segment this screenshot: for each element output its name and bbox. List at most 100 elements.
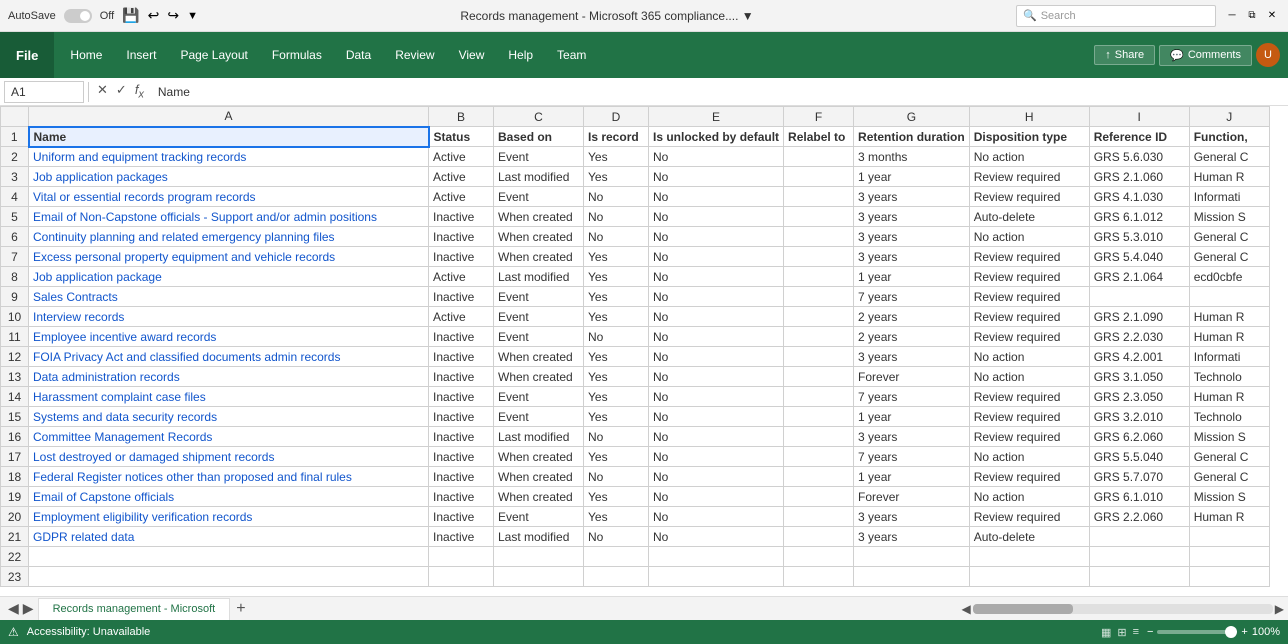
redo-icon[interactable]: ↪ [167,7,179,24]
cell[interactable] [784,527,854,547]
cell[interactable]: Employee incentive award records [29,327,429,347]
cell[interactable] [784,387,854,407]
cell[interactable] [784,147,854,167]
tab-data[interactable]: Data [334,32,383,78]
cell[interactable] [784,207,854,227]
cell[interactable] [1089,547,1189,567]
col-header-e[interactable]: E [649,107,784,127]
cell[interactable] [784,167,854,187]
cell[interactable]: No [649,227,784,247]
cell[interactable]: No [649,507,784,527]
cell[interactable]: Inactive [429,467,494,487]
cell[interactable]: Lost destroyed or damaged shipment recor… [29,447,429,467]
cell[interactable]: No [649,527,784,547]
cell[interactable]: GRS 4.2.001 [1089,347,1189,367]
cell[interactable] [1089,567,1189,587]
cell[interactable]: Uniform and equipment tracking records [29,147,429,167]
cell[interactable]: 3 years [854,207,970,227]
cell[interactable]: 3 years [854,187,970,207]
cell[interactable]: Yes [584,307,649,327]
cell[interactable] [429,547,494,567]
cell[interactable]: General C [1189,147,1269,167]
cell[interactable]: When created [494,467,584,487]
cell[interactable]: Forever [854,367,970,387]
tab-home[interactable]: Home [58,32,114,78]
cell[interactable]: Mission S [1189,207,1269,227]
tab-insert[interactable]: Insert [114,32,168,78]
cell[interactable]: When created [494,347,584,367]
cell[interactable]: Active [429,267,494,287]
save-icon[interactable]: 💾 [122,7,139,24]
sheet-area[interactable]: A B C D E F G H I J 1NameStatusBased onI… [0,106,1288,596]
cell[interactable]: Interview records [29,307,429,327]
cell[interactable] [649,547,784,567]
cell[interactable]: When created [494,487,584,507]
cell[interactable] [494,547,584,567]
cell[interactable]: 3 years [854,247,970,267]
user-avatar[interactable]: U [1256,43,1280,67]
col-header-a[interactable]: A [29,107,429,127]
autosave-toggle[interactable] [64,9,92,23]
cell[interactable]: Last modified [494,167,584,187]
cell[interactable]: No [584,427,649,447]
cell[interactable]: When created [494,207,584,227]
cell[interactable]: Human R [1189,307,1269,327]
share-button[interactable]: ↑ Share [1094,45,1155,65]
cell[interactable]: Review required [969,507,1089,527]
row-header[interactable]: 1 [1,127,29,147]
col-header-b[interactable]: B [429,107,494,127]
scroll-right-icon[interactable]: ▶ [1275,602,1284,616]
cell[interactable]: No [649,427,784,447]
cell[interactable]: ecd0cbfe [1189,267,1269,287]
cell[interactable]: Function, [1189,127,1269,147]
cell[interactable]: General C [1189,447,1269,467]
cell[interactable]: Inactive [429,207,494,227]
cell[interactable]: Vital or essential records program recor… [29,187,429,207]
cell[interactable]: No [649,147,784,167]
cell[interactable]: GRS 5.3.010 [1089,227,1189,247]
cell[interactable]: No [649,167,784,187]
cell[interactable]: GDPR related data [29,527,429,547]
cell[interactable]: Review required [969,407,1089,427]
row-header[interactable]: 12 [1,347,29,367]
cell[interactable]: GRS 3.1.050 [1089,367,1189,387]
cell[interactable]: Review required [969,427,1089,447]
cell[interactable]: Email of Non-Capstone officials - Suppor… [29,207,429,227]
cell[interactable]: Event [494,307,584,327]
cell[interactable]: Event [494,327,584,347]
scrollbar-area[interactable]: ◀ ▶ [962,602,1284,616]
cell[interactable] [969,547,1089,567]
cell[interactable]: No action [969,147,1089,167]
cell[interactable]: Event [494,507,584,527]
cell[interactable]: Auto-delete [969,527,1089,547]
cell[interactable]: No action [969,347,1089,367]
cell[interactable]: Job application package [29,267,429,287]
cell[interactable] [784,567,854,587]
cell[interactable]: Review required [969,167,1089,187]
cell[interactable]: Review required [969,187,1089,207]
cell[interactable]: Email of Capstone officials [29,487,429,507]
zoom-slider[interactable] [1157,630,1237,634]
row-header[interactable]: 17 [1,447,29,467]
cell[interactable]: GRS 6.1.010 [1089,487,1189,507]
cell[interactable]: GRS 2.1.090 [1089,307,1189,327]
cell[interactable]: When created [494,227,584,247]
cell[interactable]: Review required [969,287,1089,307]
cell[interactable]: No [649,447,784,467]
cell[interactable]: Event [494,407,584,427]
more-icon[interactable]: ▼ [187,10,198,22]
col-header-c[interactable]: C [494,107,584,127]
search-box[interactable]: 🔍 Search [1016,5,1216,27]
cell[interactable]: Technolo [1189,407,1269,427]
cell[interactable] [584,567,649,587]
row-header[interactable]: 8 [1,267,29,287]
cell[interactable] [784,367,854,387]
cell[interactable]: 3 years [854,507,970,527]
cell[interactable]: Yes [584,347,649,367]
cell[interactable]: Human R [1189,327,1269,347]
cell[interactable]: No action [969,227,1089,247]
cell[interactable]: Excess personal property equipment and v… [29,247,429,267]
cell[interactable]: Is unlocked by default [649,127,784,147]
cell[interactable]: Review required [969,247,1089,267]
cell[interactable]: Inactive [429,507,494,527]
